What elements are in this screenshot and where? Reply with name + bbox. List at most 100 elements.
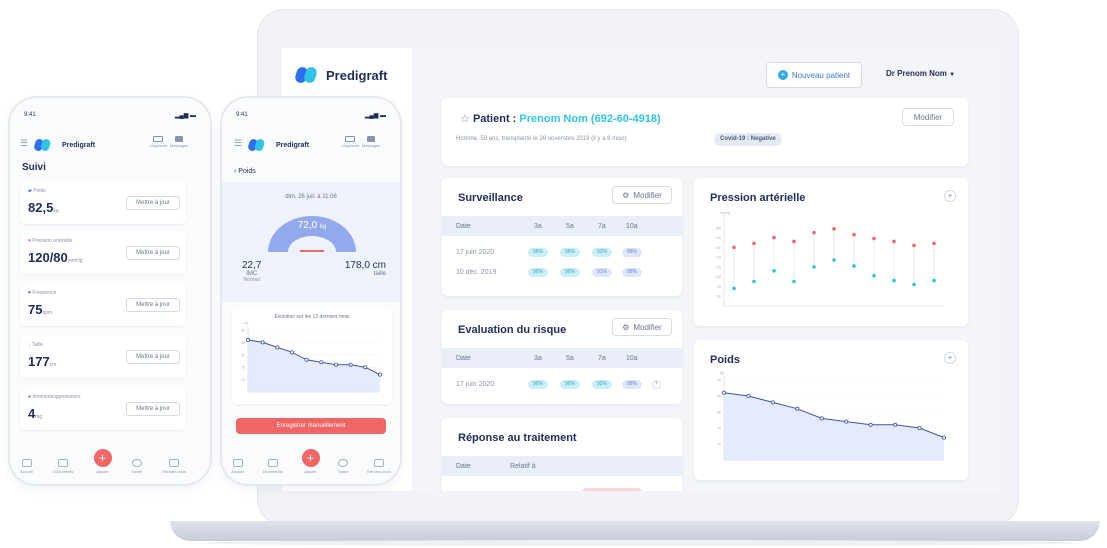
add-row-icon[interactable]: + (652, 379, 661, 389)
nav-label: Accueil (231, 469, 245, 474)
page-title: Suivi (22, 162, 46, 173)
systolic-point (832, 226, 836, 231)
nav-rendez-vous[interactable]: Rendez-vous (162, 459, 186, 474)
doctor-menu[interactable]: Dr Prenom Nom ▼ (886, 69, 955, 78)
metric-value: 75bpm (28, 302, 52, 317)
status-bar: 9:41 ▂▄▆ ▬ (10, 112, 210, 119)
diastolic-point (832, 258, 836, 262)
data-point (245, 337, 250, 342)
nav-rendez-vous[interactable]: Rendez-vous (367, 459, 391, 474)
new-patient-button[interactable]: + Nouveau patient (766, 62, 862, 88)
score-pill: 96% (560, 379, 580, 389)
settings-icon: ⚙ (622, 322, 630, 332)
urgences-button[interactable]: Urgences (150, 136, 167, 148)
nav-sante[interactable]: Santé (132, 459, 142, 474)
back-link[interactable]: ‹ Poids (234, 168, 256, 175)
metric-label-text: Pression artérielle (32, 238, 73, 244)
patient-edit-button[interactable]: Modifier (902, 108, 954, 126)
y-tick-label: 130 (715, 246, 721, 250)
diastolic-point (732, 286, 736, 291)
metric-value: 4mg (28, 406, 42, 421)
settings-icon: ⚙ (622, 190, 630, 200)
update-button[interactable]: Mettre à jour (126, 196, 180, 210)
nav-accueil[interactable]: Accueil (231, 459, 244, 474)
score-pill: 96% (528, 267, 548, 277)
nav-documents[interactable]: Documents (53, 459, 73, 474)
y-tick-label: 90 (717, 379, 721, 383)
chevron-down-icon: ▼ (949, 72, 956, 78)
predigraft-logo-icon (247, 138, 266, 152)
data-point (334, 362, 339, 367)
y-tick-label: 70 (241, 378, 245, 382)
taille-block: 178,0 cm taille (328, 260, 386, 277)
brand-logo[interactable]: Predigraft (246, 136, 309, 154)
update-button[interactable]: Mettre à jour (126, 350, 180, 364)
messages-button[interactable]: Messages (170, 136, 188, 148)
score-pill: 91% (592, 267, 612, 277)
metric-unit: bpm (42, 310, 53, 316)
signal-battery-icon: ▂▄▆ ▬ (174, 113, 196, 119)
metric-unit: mmHg (67, 258, 83, 264)
nav-ajouter[interactable]: + Ajouter (301, 449, 320, 474)
surveillance-edit-button[interactable]: ⚙ Modifier (612, 186, 672, 204)
update-button[interactable]: Mettre à jour (126, 298, 180, 312)
taille-label: taille (373, 271, 386, 277)
diastolic-point (932, 278, 936, 283)
systolic-point (812, 230, 816, 235)
data-point (275, 345, 280, 350)
update-button[interactable]: Mettre à jour (126, 402, 180, 416)
risk-edit-button[interactable]: ⚙ Modifier (612, 318, 672, 336)
calendar-icon (373, 459, 384, 467)
systolic-point (732, 245, 736, 250)
urgences-button[interactable]: Urgences (342, 136, 360, 148)
urgences-icon (153, 136, 163, 142)
nav-label: Rendez-vous (367, 469, 391, 474)
data-point (770, 400, 775, 405)
brand-name: Predigraft (62, 141, 96, 149)
score-pill: 92% (592, 379, 612, 389)
home-icon (21, 459, 32, 467)
back-label: Poids (238, 168, 256, 175)
urgences-label: Urgences (342, 143, 360, 148)
gauge-value: 72,0 kg (268, 220, 356, 231)
col-relatif: Relatif à (510, 462, 536, 470)
col-7a: 7a (598, 222, 606, 230)
nav-ajouter[interactable]: + Ajouter (93, 449, 112, 474)
col-5a: 5a (566, 222, 574, 230)
menu-icon[interactable]: ☰ (234, 138, 242, 149)
add-weight-icon[interactable]: + (944, 352, 956, 364)
taille-value: 178,0 cm (344, 260, 386, 271)
surveillance-edit-label: Modifier (633, 190, 662, 200)
nav-accueil[interactable]: Accueil (20, 459, 33, 474)
clock: 9:41 (236, 112, 248, 118)
diastolic-point (892, 278, 896, 283)
messages-label: Messages (170, 143, 189, 148)
add-pressure-icon[interactable]: + (944, 190, 956, 202)
star-icon[interactable]: ☆ (460, 113, 470, 125)
pressure-chart: 80 90 100 110 120 130 140 150 mmHg (715, 211, 944, 307)
plus-icon: + (301, 449, 320, 467)
brand-logo[interactable]: Predigraft (32, 136, 95, 154)
gauge-marker (300, 250, 324, 252)
metric-value-text: 82,5 (28, 200, 54, 215)
diastolic-point (812, 265, 816, 269)
metric-label: ♥ Pression artérielle (28, 238, 72, 244)
response-badge (582, 488, 642, 491)
save-manual-button[interactable]: Enregistrer manuellement (236, 418, 386, 434)
data-point (844, 419, 849, 424)
col-10a: 10a (626, 222, 638, 230)
messages-label: Messages (362, 143, 381, 148)
data-point (868, 422, 873, 427)
menu-icon[interactable]: ☰ (20, 138, 28, 149)
nav-sante[interactable]: Santé (338, 459, 349, 474)
update-button[interactable]: Mettre à jour (126, 246, 180, 260)
clock: 9:41 (24, 112, 36, 118)
messages-icon (175, 136, 183, 142)
messages-button[interactable]: Messages (362, 136, 380, 148)
score-pill: 88% (622, 247, 642, 257)
y-tick-label: 75 (241, 366, 245, 370)
brand-logo[interactable]: Predigraft (293, 65, 387, 85)
weight-card: Poids + 70 75 80 85 90 kg (694, 340, 968, 480)
nav-documents[interactable]: Documents (263, 459, 283, 474)
row-date: 10 déc. 2019 (456, 268, 497, 276)
